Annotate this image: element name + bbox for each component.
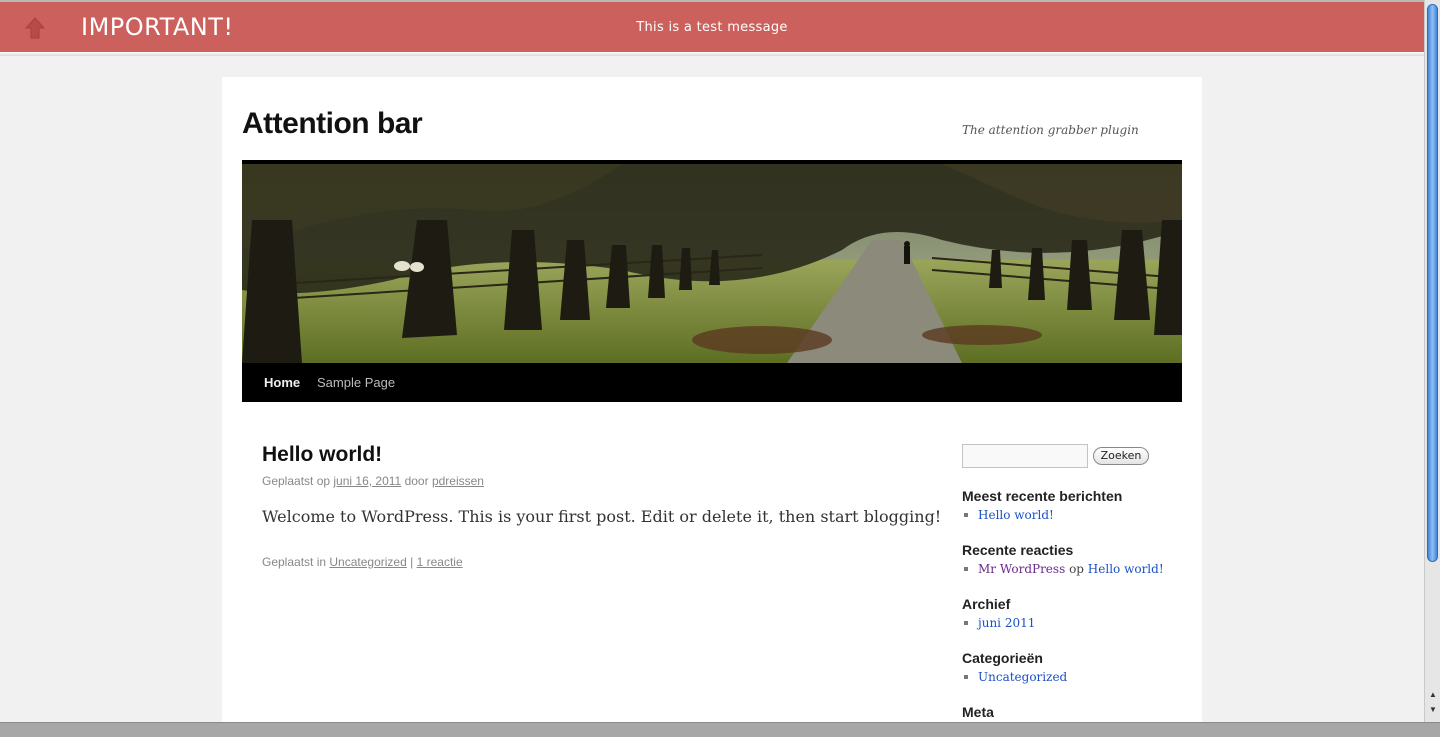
horizontal-scrollbar[interactable]: [0, 722, 1440, 737]
attention-message: This is a test message: [636, 20, 788, 35]
attention-bar: IMPORTANT! This is a test message: [0, 0, 1424, 52]
post-meta-by: door: [404, 474, 429, 488]
widget-title-meta: Meta: [962, 704, 994, 720]
scroll-up-icon[interactable]: ▲: [1428, 690, 1438, 699]
scrollbar-thumb[interactable]: [1427, 4, 1438, 562]
post-foot-separator: |: [410, 555, 414, 569]
archive-link[interactable]: juni 2011: [978, 616, 1035, 630]
post-author-link[interactable]: pdreissen: [432, 474, 484, 488]
post-comments-link[interactable]: 1 reactie: [417, 555, 463, 569]
list-item: Hello world!: [962, 508, 1054, 522]
widget-title-recent-comments: Recente reacties: [962, 542, 1074, 558]
list-item: Uncategorized: [962, 670, 1067, 684]
post-category-link[interactable]: Uncategorized: [329, 555, 406, 569]
bullet-icon: [964, 512, 968, 517]
comment-on-text: op: [1069, 562, 1084, 576]
post-date-link[interactable]: juni 16, 2011: [333, 474, 401, 488]
header-image: [242, 160, 1182, 363]
comment-author-link[interactable]: Mr WordPress: [978, 562, 1065, 576]
widget-title-recent-posts: Meest recente berichten: [962, 488, 1123, 504]
widget-title-categories: Categorieën: [962, 650, 1043, 666]
search-input[interactable]: [962, 444, 1088, 468]
main-navigation: Home Sample Page: [242, 363, 1182, 402]
post-meta-prefix: Geplaatst op: [262, 474, 331, 488]
nav-item-home[interactable]: Home: [264, 375, 300, 390]
bullet-icon: [964, 620, 968, 625]
category-link[interactable]: Uncategorized: [978, 670, 1067, 684]
page-container: Attention bar The attention grabber plug…: [222, 77, 1202, 737]
recent-post-link[interactable]: Hello world!: [978, 508, 1054, 522]
bullet-icon: [964, 674, 968, 679]
post-foot-prefix: Geplaatst in: [262, 555, 327, 569]
post-title[interactable]: Hello world!: [262, 443, 382, 467]
post-footer: Geplaatst in Uncategorized | 1 reactie: [262, 555, 463, 569]
site-title[interactable]: Attention bar: [242, 107, 423, 141]
bullet-icon: [964, 566, 968, 571]
vertical-scrollbar[interactable]: ▲ ▼: [1424, 0, 1440, 722]
widget-title-archive: Archief: [962, 596, 1011, 612]
attention-bar-shadow: [0, 52, 1424, 56]
scroll-down-icon[interactable]: ▼: [1428, 705, 1438, 714]
post-meta: Geplaatst op juni 16, 2011 door pdreisse…: [262, 474, 484, 488]
search-button[interactable]: Zoeken: [1093, 447, 1149, 465]
list-item: Mr WordPress op Hello world!: [962, 562, 1164, 576]
nav-item-sample-page[interactable]: Sample Page: [317, 375, 395, 390]
comment-post-link[interactable]: Hello world!: [1088, 562, 1164, 576]
post-body: Welcome to WordPress. This is your first…: [262, 507, 942, 526]
site-description: The attention grabber plugin: [962, 123, 1139, 137]
list-item: juni 2011: [962, 616, 1035, 630]
